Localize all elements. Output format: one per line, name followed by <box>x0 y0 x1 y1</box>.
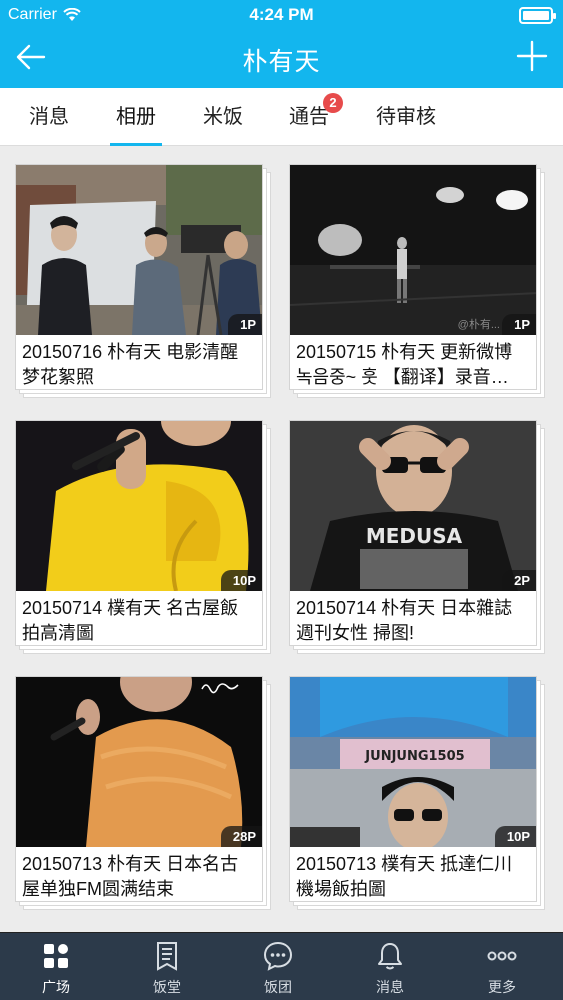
tab-rice[interactable]: 米饭 <box>203 88 243 146</box>
tabbar-label: 广场 <box>42 979 70 995</box>
album-caption: 20150715 朴有天 更新微博 녹음중~ 훗 【翻译】录音… <box>296 342 513 387</box>
album-card[interactable]: 1P 20150716 朴有天 电影清醒梦花絮照 <box>15 164 271 398</box>
album-caption: 20150713 樸有天 抵達仁川機場飯拍圖 <box>296 854 513 899</box>
fan-banner-text: JUNJUNG1505 <box>364 749 464 764</box>
notification-badge: 2 <box>323 93 343 113</box>
shirt-print-text: MEDUSA <box>366 524 463 548</box>
nav-bar: 朴有天 <box>0 30 563 88</box>
tabbar-item-messages[interactable]: 消息 <box>350 933 430 1000</box>
album-card[interactable]: 10P 20150714 樸有天 名古屋飯拍高清圖 <box>15 420 271 654</box>
tab-label: 米饭 <box>203 106 243 128</box>
tab-label: 通告 <box>289 106 329 128</box>
tab-label: 待审核 <box>376 106 436 128</box>
more-dots-icon <box>487 951 517 961</box>
album-caption: 20150714 朴有天 日本雜誌 週刊女性 掃图! <box>296 598 513 643</box>
tabbar-item-plaza[interactable]: 广场 <box>16 933 96 1000</box>
album-cover-photo: 1P <box>16 165 262 335</box>
tabbar-item-fanclub[interactable]: 饭团 <box>238 933 318 1000</box>
album-cover-photo: 1P @朴有... <box>290 165 536 335</box>
album-caption: 20150713 朴有天 日本名古屋单独FM圆满结束 <box>22 854 239 899</box>
status-bar: Carrier 4:24 PM <box>0 0 563 30</box>
add-icon[interactable] <box>516 40 548 72</box>
album-card[interactable]: 28P 20150713 朴有天 日本名古屋单独FM圆满结束 <box>15 676 271 910</box>
album-card[interactable]: JUNJUNG1505 10P 20150713 樸有天 抵達仁川機場飯拍圖 <box>289 676 545 910</box>
segment-tabs: 消息 相册 米饭 通告 2 待审核 <box>0 88 563 146</box>
page-title: 朴有天 <box>242 48 321 76</box>
album-cover-photo: MEDUSA 2P <box>290 421 536 591</box>
tab-label: 相册 <box>116 106 156 128</box>
tab-notices[interactable]: 通告 2 <box>289 88 343 146</box>
photo-count-badge: 10P <box>220 570 262 591</box>
photo-count-badge: 1P <box>502 314 536 335</box>
tabbar-label: 饭团 <box>264 979 292 995</box>
bottom-tab-bar: 广场 饭堂 饭团 消息 更多 <box>0 932 563 1000</box>
photo-count-badge: 2P <box>502 570 536 591</box>
album-caption: 20150714 樸有天 名古屋飯拍高清圖 <box>22 598 239 643</box>
photo-watermark: @朴有... <box>457 319 500 331</box>
tabbar-item-more[interactable]: 更多 <box>462 933 542 1000</box>
album-grid: 1P 20150716 朴有天 电影清醒梦花絮照 1P @朴有... 20150… <box>0 147 563 932</box>
album-card[interactable]: 1P @朴有... 20150715 朴有天 更新微博 녹음중~ 훗 【翻译】录… <box>289 164 545 398</box>
tab-pending-review[interactable]: 待审核 <box>376 88 436 146</box>
album-card[interactable]: MEDUSA 2P 20150714 朴有天 日本雜誌 週刊女性 掃图! <box>289 420 545 654</box>
grid-icon <box>44 944 68 968</box>
tabbar-label: 更多 <box>488 979 516 995</box>
tabbar-item-canteen[interactable]: 饭堂 <box>127 933 207 1000</box>
bell-icon <box>378 943 402 970</box>
tab-label: 消息 <box>29 106 69 128</box>
app-header: Carrier 4:24 PM 朴有天 <box>0 0 563 88</box>
document-icon <box>157 942 177 971</box>
album-cover-photo: JUNJUNG1505 10P <box>290 677 536 847</box>
active-tab-indicator <box>110 143 162 146</box>
tab-messages[interactable]: 消息 <box>29 88 69 146</box>
album-caption: 20150716 朴有天 电影清醒梦花絮照 <box>22 342 239 387</box>
tab-albums[interactable]: 相册 <box>110 88 162 146</box>
photo-count-badge: 28P <box>220 826 262 847</box>
photo-count-badge: 1P <box>228 314 262 335</box>
tabbar-label: 饭堂 <box>153 979 181 995</box>
album-cover-photo: 28P <box>16 677 262 847</box>
tabbar-label: 消息 <box>376 979 404 995</box>
chat-bubble-icon <box>263 941 293 971</box>
status-time: 4:24 PM <box>249 5 314 24</box>
photo-count-badge: 10P <box>494 826 536 847</box>
album-cover-photo: 10P <box>16 421 262 591</box>
battery-icon <box>519 7 556 24</box>
